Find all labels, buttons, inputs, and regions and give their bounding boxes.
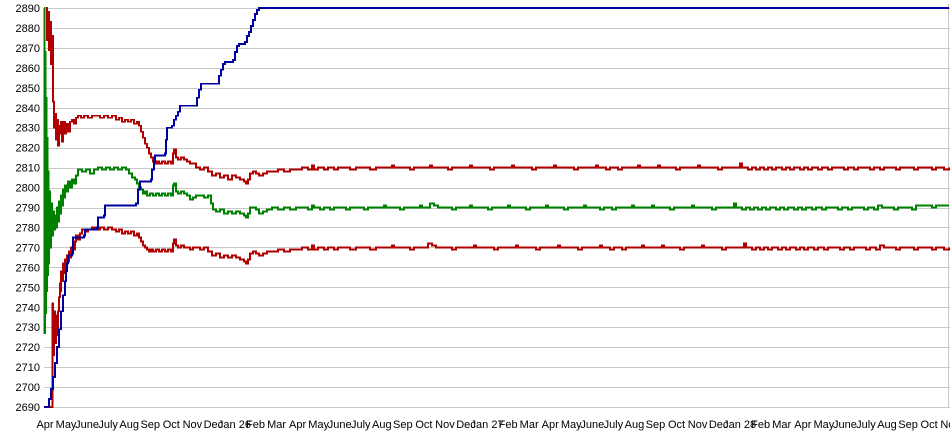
y-tick-label: 2790 bbox=[16, 203, 40, 215]
x-tick-label: Apr bbox=[794, 419, 811, 431]
x-tick-label: Feb bbox=[499, 419, 518, 431]
y-tick-label: 2880 bbox=[16, 23, 40, 35]
x-tick-label: Oct bbox=[668, 419, 685, 431]
y-tick-label: 2710 bbox=[16, 362, 40, 374]
x-tick-label: May bbox=[308, 419, 329, 431]
x-tick-label: June bbox=[328, 419, 352, 431]
x-tick-label: May bbox=[813, 419, 834, 431]
x-tick-label: July bbox=[604, 419, 624, 431]
x-tick-label: Aug bbox=[372, 419, 392, 431]
y-tick-label: 2760 bbox=[16, 262, 40, 274]
x-tick-label: Apr bbox=[542, 419, 559, 431]
x-tick-label: Mar bbox=[520, 419, 539, 431]
y-tick-label: 2730 bbox=[16, 322, 40, 334]
x-tick-label: June bbox=[833, 419, 857, 431]
x-tick-label: Nov bbox=[435, 419, 455, 431]
x-tick-label: Feb bbox=[751, 419, 770, 431]
y-tick-label: 2780 bbox=[16, 222, 40, 234]
x-tick-label: Apr bbox=[289, 419, 306, 431]
y-tick-label: 2750 bbox=[16, 282, 40, 294]
x-tick-label: Aug bbox=[625, 419, 645, 431]
x-tick-label: Nov bbox=[183, 419, 203, 431]
chart-canvas: 2690 2700 2710 2720 2730 2740 2750 2760 2770 2780… bbox=[0, 0, 950, 435]
y-tick-label: 2800 bbox=[16, 183, 40, 195]
x-tick-label: Oct bbox=[415, 419, 432, 431]
x-tick-label: May bbox=[561, 419, 582, 431]
x-tick-label: June bbox=[580, 419, 604, 431]
rating-history-chart: 2690 2700 2710 2720 2730 2740 2750 2760 2770 2780… bbox=[0, 0, 950, 435]
x-tick-label: Sep bbox=[393, 419, 413, 431]
x-tick-label: Sep bbox=[140, 419, 160, 431]
y-tick-label: 2830 bbox=[16, 123, 40, 135]
x-tick-label: Sep bbox=[646, 419, 666, 431]
x-tick-label: May bbox=[56, 419, 77, 431]
x-tick-label: Sep bbox=[898, 419, 918, 431]
green-line-series bbox=[44, 8, 949, 333]
red-upper-line-series bbox=[46, 8, 949, 184]
x-tick-label: Aug bbox=[877, 419, 897, 431]
y-tick-label: 2860 bbox=[16, 63, 40, 75]
x-tick-label: Oct bbox=[163, 419, 180, 431]
y-tick-label: 2690 bbox=[16, 402, 40, 414]
y-tick-label: 2840 bbox=[16, 103, 40, 115]
y-tick-label: 2810 bbox=[16, 163, 40, 175]
x-tick-label: Nov bbox=[940, 419, 950, 431]
x-tick-label: Mar bbox=[772, 419, 791, 431]
x-tick-label: Nov bbox=[688, 419, 708, 431]
x-tick-label: July bbox=[98, 419, 118, 431]
x-tick-label: Mar bbox=[267, 419, 286, 431]
x-tick-label: July bbox=[856, 419, 876, 431]
y-tick-label: 2870 bbox=[16, 43, 40, 55]
x-tick-label: June bbox=[75, 419, 99, 431]
x-tick-label: July bbox=[351, 419, 371, 431]
red-lower-line-series bbox=[46, 227, 949, 407]
y-tick-label: 2850 bbox=[16, 83, 40, 95]
x-tick-label: Feb bbox=[246, 419, 265, 431]
y-tick-label: 2890 bbox=[16, 3, 40, 15]
y-tick-label: 2820 bbox=[16, 143, 40, 155]
y-tick-label: 2720 bbox=[16, 342, 40, 354]
y-tick-label: 2770 bbox=[16, 242, 40, 254]
x-tick-label: Apr bbox=[36, 419, 53, 431]
x-tick-label: Oct bbox=[921, 419, 938, 431]
x-tick-label: Aug bbox=[119, 419, 139, 431]
y-tick-label: 2700 bbox=[16, 382, 40, 394]
y-tick-label: 2740 bbox=[16, 302, 40, 314]
